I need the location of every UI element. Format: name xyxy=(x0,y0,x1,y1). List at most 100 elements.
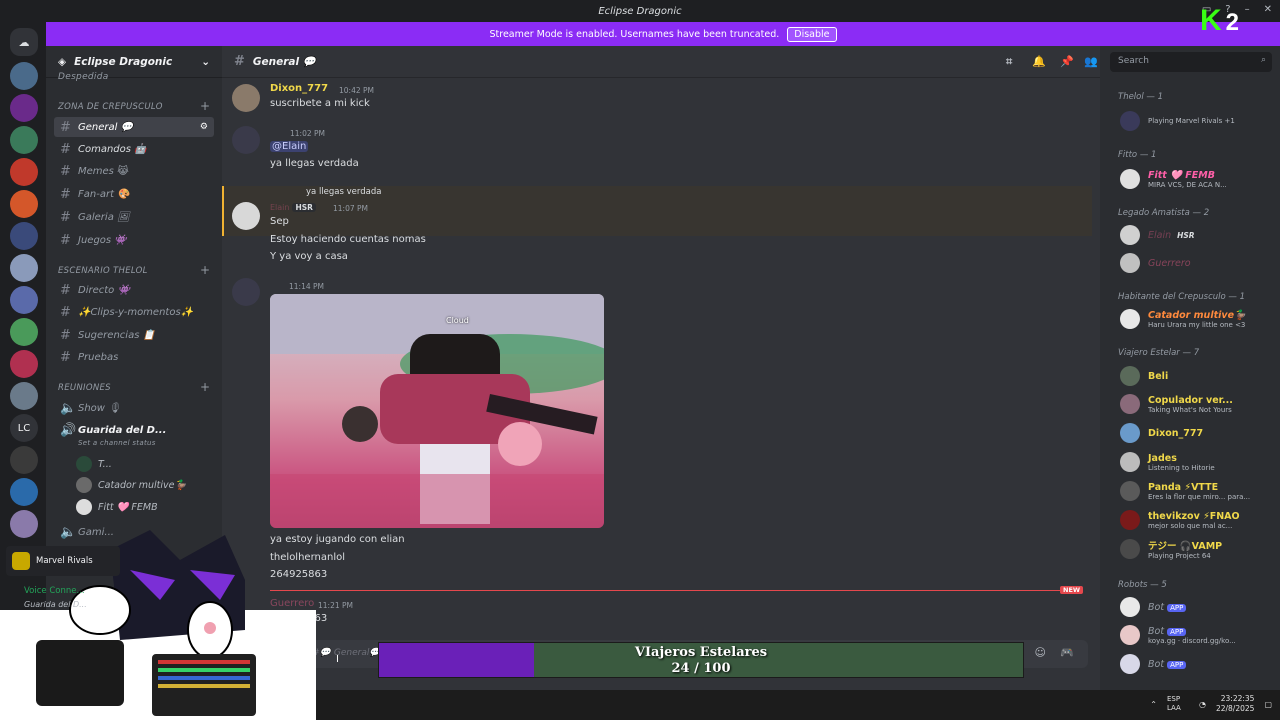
channel-directo[interactable]: # Directo 👾 xyxy=(54,280,214,300)
members-icon[interactable]: 👥 xyxy=(1084,55,1098,68)
bell-icon[interactable]: 🔔 xyxy=(1032,55,1046,68)
member-item[interactable]: Bot APP xyxy=(1120,651,1187,677)
server-icon[interactable] xyxy=(10,350,38,378)
member-item[interactable]: Fitt 🩷 FEMB MIRA VCS, DE ACA N... xyxy=(1120,166,1268,192)
server-icon[interactable] xyxy=(10,62,38,90)
message-author[interactable]: Dixon_777 xyxy=(270,83,328,94)
chevron-down-icon[interactable]: ⌄ xyxy=(201,56,210,68)
channel-clips[interactable]: # ✨Clips-y-momentos✨ xyxy=(54,302,214,322)
channel-sugerencias[interactable]: # Sugerencias 📋 xyxy=(54,325,214,345)
server-icon[interactable] xyxy=(10,158,38,186)
disable-button[interactable]: Disable xyxy=(787,26,837,42)
tray-chevron-icon[interactable]: ⌃ xyxy=(1150,700,1157,709)
add-channel-icon[interactable]: + xyxy=(200,263,210,277)
server-icon[interactable] xyxy=(10,446,38,474)
avatar[interactable] xyxy=(232,278,260,306)
channel-label: Sugerencias 📋 xyxy=(78,329,156,341)
member-item[interactable]: Playing Marvel Rivals +1 xyxy=(1120,108,1268,134)
member-list: Thelol — 1 Playing Marvel Rivals +1 Fitt… xyxy=(1100,46,1280,690)
member-name-text: Dixon_777 xyxy=(1148,427,1204,439)
attached-image[interactable]: Cloud xyxy=(270,294,604,528)
clock[interactable]: 23:22:35 22/8/2025 xyxy=(1216,694,1254,714)
category-zona[interactable]: ZONA DE CREPUSCULO xyxy=(58,102,163,112)
member-item[interactable]: Elain HSR xyxy=(1120,222,1198,248)
emoji-icon[interactable]: ☺ xyxy=(1035,646,1046,659)
member-item[interactable]: Copulador ver... Taking What's Not Yours xyxy=(1120,391,1268,417)
server-icon[interactable] xyxy=(10,190,38,218)
avatar xyxy=(76,499,92,515)
gamepad-icon[interactable]: 🎮 xyxy=(1060,646,1074,659)
member-item[interactable]: Beli xyxy=(1120,363,1168,389)
avatar[interactable] xyxy=(232,126,260,154)
member-item[interactable]: Guerrero xyxy=(1120,250,1191,276)
member-name-text: Jades xyxy=(1148,452,1177,464)
category-reuniones[interactable]: REUNIONES xyxy=(58,383,111,393)
voice-connected-channel[interactable]: Guarida del D... xyxy=(24,600,87,609)
server-icon[interactable] xyxy=(10,254,38,282)
notification-icon[interactable]: ▢ xyxy=(1264,700,1272,709)
wifi-icon[interactable]: ◔ xyxy=(1199,700,1206,709)
member-name: Guerrero xyxy=(1148,257,1191,269)
server-lc[interactable]: LC xyxy=(10,414,38,442)
channel-label: Directo 👾 xyxy=(78,284,130,296)
server-icon[interactable] xyxy=(10,222,38,250)
voice-user[interactable]: T... xyxy=(76,456,112,472)
new-badge[interactable]: NEW xyxy=(1060,586,1084,594)
discord-home-icon[interactable]: ☁ xyxy=(10,28,38,56)
member-item[interactable]: Dixon_777 xyxy=(1120,420,1203,446)
reply-preview[interactable]: ya llegas verdada xyxy=(306,187,381,197)
server-icon[interactable] xyxy=(10,126,38,154)
member-item[interactable]: Bot APP xyxy=(1120,594,1187,620)
avatar[interactable] xyxy=(232,84,260,112)
member-item[interactable]: Bot APP koya.gg · discord.gg/ko... xyxy=(1120,622,1268,648)
server-icon[interactable] xyxy=(10,318,38,346)
member-item[interactable]: Catador multive🦆 Haru Urara my little one… xyxy=(1120,306,1268,332)
message-time: 11:07 PM xyxy=(333,204,368,213)
member-name-text: Fitt 🩷 FEMB xyxy=(1148,169,1215,181)
server-icon[interactable] xyxy=(10,382,38,410)
channel-label: Guarida del D... xyxy=(78,424,167,436)
member-item[interactable]: thevikzov ⚡FNAO mejor solo que mal ac... xyxy=(1120,507,1268,533)
message-author[interactable]: Elain HSR xyxy=(270,203,316,212)
channel-pruebas[interactable]: # Pruebas xyxy=(54,347,214,367)
add-channel-icon[interactable]: + xyxy=(200,99,210,113)
channel-memes[interactable]: # Memes 😹 xyxy=(54,161,214,181)
role-group-thelol: Thelol — 1 xyxy=(1118,92,1164,102)
member-activity: mejor solo que mal ac... xyxy=(1148,521,1233,530)
pin-icon[interactable]: 📌 xyxy=(1060,55,1074,68)
search-input[interactable]: Search ⌕ xyxy=(1110,52,1272,72)
category-escenario[interactable]: ESCENARIO THELOL xyxy=(58,266,148,276)
language-indicator[interactable]: ESP LAA xyxy=(1167,695,1189,713)
voice-status[interactable]: Set a channel status xyxy=(78,439,156,447)
channel-general[interactable]: # General 💬 ⚙ xyxy=(54,117,214,137)
server-icon[interactable] xyxy=(10,286,38,314)
voice-connected-status[interactable]: Voice Conne... xyxy=(24,586,85,596)
channel-juegos[interactable]: # Juegos 👾 xyxy=(54,230,214,250)
mention[interactable]: @Elain xyxy=(270,141,309,152)
game-icon xyxy=(12,552,30,570)
game-scene-image xyxy=(270,294,604,528)
channel-galeria[interactable]: # Galeria 🖼 xyxy=(54,207,214,227)
server-icon[interactable] xyxy=(10,94,38,122)
server-icon[interactable] xyxy=(10,478,38,506)
channel-comandos[interactable]: # Comandos 🤖 xyxy=(54,139,214,159)
channel-label: Comandos 🤖 xyxy=(78,143,147,155)
voice-user[interactable]: Catador multive🦆 xyxy=(76,477,186,493)
member-item[interactable]: テジー 🎧VAMP Playing Project 64 xyxy=(1120,536,1268,562)
avatar xyxy=(1120,309,1140,329)
activity-card[interactable]: Marvel Rivals xyxy=(6,546,120,576)
role-group-viajero: Viajero Estelar — 7 xyxy=(1118,348,1200,358)
avatar xyxy=(1120,510,1140,530)
voice-channel-guarida[interactable]: 🔊 Guarida del D... xyxy=(54,420,214,440)
channel-fanart[interactable]: # Fan-art 🎨 xyxy=(54,184,214,204)
settings-icon[interactable]: ⚙ xyxy=(200,122,208,132)
member-activity: MIRA VCS, DE ACA N... xyxy=(1148,180,1227,189)
threads-icon[interactable]: ⌗ xyxy=(1006,55,1012,69)
member-item[interactable]: Panda ⚡VTTE Eres la flor que miro... para… xyxy=(1120,478,1268,504)
avatar[interactable] xyxy=(232,202,260,230)
voice-channel-show[interactable]: 🔈 Show 🎙 xyxy=(54,398,214,418)
hash-icon: # xyxy=(60,163,71,179)
voice-user[interactable]: Fitt 🩷 FEMB xyxy=(76,499,158,515)
add-channel-icon[interactable]: + xyxy=(200,380,210,394)
member-item[interactable]: Jades Listening to Hitorie xyxy=(1120,449,1268,475)
